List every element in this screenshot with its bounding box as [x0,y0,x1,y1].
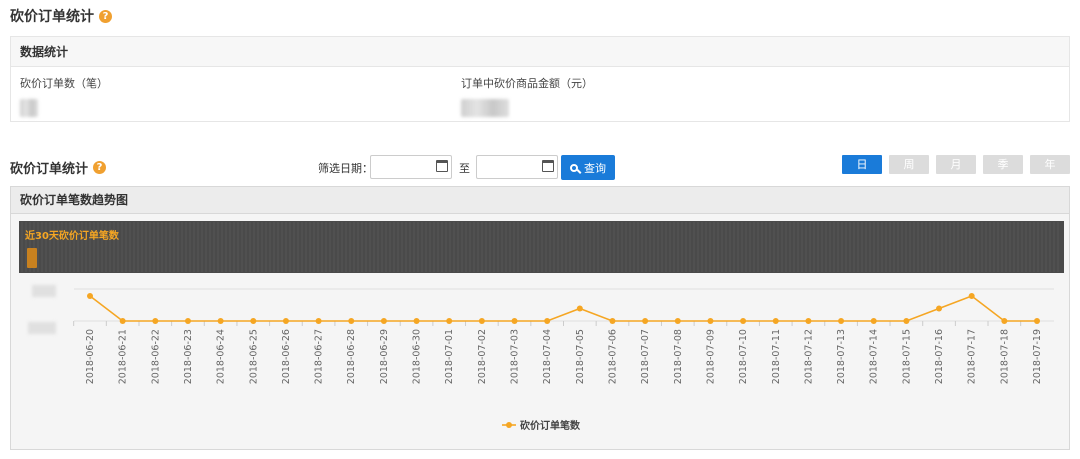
x-tick-label: 2018-07-07 [640,329,651,384]
data-point[interactable] [250,318,257,324]
series-points [87,293,1040,324]
x-tick-label: 2018-07-15 [901,329,912,384]
amount-label: 订单中砍价商品金额（元） [461,77,593,90]
x-tick-label: 2018-07-08 [673,329,684,384]
x-tick-label: 2018-07-04 [542,329,553,384]
page-title: 砍价订单统计 ? [10,6,112,26]
search-icon [570,163,578,172]
data-point[interactable] [1034,318,1040,324]
help-icon[interactable]: ? [99,9,112,23]
amount-value-blurred [461,99,509,117]
data-point[interactable] [413,318,420,324]
order-count-value-blurred [20,99,38,117]
series-line [89,295,1037,322]
data-point[interactable] [380,318,387,324]
data-point[interactable] [740,318,747,324]
x-tick-label: 2018-07-02 [477,329,488,384]
stats-header: 数据统计 [11,37,1069,67]
data-point[interactable] [903,318,910,324]
x-tick-label: 2018-07-05 [575,329,586,384]
tab-quarter[interactable]: 季 [983,155,1023,174]
x-tick-label: 2018-07-01 [444,329,455,384]
data-point[interactable] [119,318,126,324]
x-tick-label: 2018-07-03 [510,329,521,384]
filter-date-label: 筛选日期： [318,162,373,175]
start-date-input[interactable] [370,155,452,179]
x-tick-label: 2018-07-17 [967,329,978,384]
x-tick-label: 2018-07-10 [738,329,749,384]
x-tick-label: 2018-07-11 [771,329,782,384]
tab-month[interactable]: 月 [936,155,976,174]
data-point[interactable] [707,318,714,324]
section-title-text: 砍价订单统计 [10,162,89,177]
x-tick-label: 2018-06-25 [248,329,259,384]
x-tick-label: 2018-06-21 [118,329,129,384]
to-label: 至 [459,162,470,175]
legend-marker-icon [506,422,512,428]
x-tick-label: 2018-06-29 [379,329,390,384]
data-point[interactable] [348,318,355,324]
stats-panel: 数据统计 砍价订单数（笔） 订单中砍价商品金额（元） [10,36,1070,122]
end-date-input[interactable] [476,155,558,179]
data-point[interactable] [282,318,289,324]
chart-title-marker [27,248,37,268]
data-point[interactable] [152,318,159,324]
x-tick-label: 2018-06-28 [346,329,357,384]
data-point[interactable] [87,293,93,299]
order-count-stat: 砍价订单数（笔） [20,75,108,117]
x-tick-label: 2018-06-27 [314,329,325,384]
query-button-label: 查询 [584,161,606,175]
data-point[interactable] [674,318,681,324]
x-tick-label: 2018-06-26 [281,329,292,384]
query-button[interactable]: 查询 [561,155,615,180]
page-title-text: 砍价订单统计 [10,9,94,25]
chart-title: 近30天砍价订单笔数 [25,229,120,242]
x-tick-label: 2018-07-14 [869,329,880,384]
data-point[interactable] [511,318,518,324]
section-title: 砍价订单统计 ? [10,158,107,177]
order-count-label: 砍价订单数（笔） [20,77,108,90]
data-point[interactable] [870,318,877,324]
y-tick-label-blurred [28,322,56,334]
y-tick-label-blurred [32,285,56,297]
x-tick-label: 2018-06-30 [412,329,423,384]
data-point[interactable] [315,318,322,324]
data-point[interactable] [217,318,224,324]
x-tick-label: 2018-06-20 [85,329,96,384]
data-point[interactable] [478,318,485,324]
data-point[interactable] [968,293,975,299]
data-point[interactable] [576,305,583,312]
tab-week[interactable]: 周 [889,155,929,174]
data-point[interactable] [805,318,812,324]
tab-year[interactable]: 年 [1030,155,1070,174]
x-tick-label: 2018-06-24 [216,329,227,384]
data-point[interactable] [772,318,779,324]
x-tick-label: 2018-07-13 [836,329,847,384]
x-tick-label: 2018-07-06 [607,329,618,384]
x-axis: 2018-06-20 2018-06-21 2018-06-22 2018-06-23… [73,321,1043,384]
data-point[interactable] [184,318,191,324]
chart-grid [74,288,1054,322]
x-tick-label: 2018-07-18 [999,329,1010,384]
data-point[interactable] [642,318,649,324]
x-tick-label: 2018-07-16 [934,329,945,384]
x-tick-label: 2018-07-12 [803,329,814,384]
x-tick-label: 2018-06-23 [183,329,194,384]
x-tick-label: 2018-07-09 [705,329,716,384]
data-point[interactable] [838,318,845,324]
data-point[interactable] [936,305,943,312]
amount-stat: 订单中砍价商品金额（元） [461,75,593,117]
legend-label: 砍价订单笔数 [520,419,581,432]
data-point[interactable] [1001,318,1008,324]
help-icon[interactable]: ? [93,161,107,174]
trend-chart: 近30天砍价订单笔数 2018-06-20 2018-06-21 2018-06-2… [19,221,1064,432]
tab-day[interactable]: 日 [842,155,882,174]
x-tick-label: 2018-07-19 [1032,329,1043,384]
data-point[interactable] [446,318,453,324]
data-point[interactable] [544,318,551,324]
chart-legend[interactable]: 砍价订单笔数 [502,419,581,432]
data-point[interactable] [609,318,616,324]
x-tick-label: 2018-06-22 [150,329,161,384]
